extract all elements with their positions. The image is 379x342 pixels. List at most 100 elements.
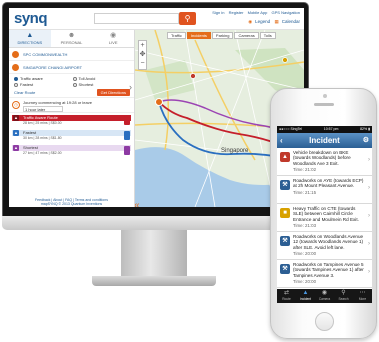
camera-lens-icon	[323, 94, 327, 98]
zoom-out-button[interactable]: −	[139, 59, 146, 68]
back-chevron-icon[interactable]: ‹	[280, 133, 283, 148]
option-traffic-aware[interactable]: Traffic aware	[14, 76, 73, 81]
get-directions-button[interactable]: Get Directions	[96, 89, 130, 96]
route-result-shortest[interactable]: ▲ Shortest 27 km | 47 mins | S$2.00	[12, 145, 131, 158]
map-tab-cameras[interactable]: Cameras	[234, 32, 259, 39]
map-place-label: Singapore	[221, 148, 249, 154]
home-button[interactable]	[315, 312, 334, 331]
checkbox-icon	[72, 76, 77, 81]
roadworks-icon: ⚒	[280, 180, 290, 190]
register-link[interactable]: Register	[229, 10, 244, 15]
calendar-link[interactable]: Calendar	[282, 19, 300, 24]
incident-item[interactable]: ⚒ Roadworks on AYE (towards ECP) at 2h M…	[277, 176, 372, 204]
journey-label: Journey commencing at 19:28 or leave	[23, 100, 92, 105]
incident-time: Time: 21:15	[293, 189, 317, 195]
option-toll-avoid[interactable]: Toll Avoid	[72, 76, 132, 81]
incident-list: ▲ Vehicle breakdown on BKE (towards Wood…	[277, 148, 372, 289]
car-icon: ▲	[26, 32, 34, 39]
more-icon: ⋯	[359, 290, 366, 296]
status-time: 10:57 pm	[323, 127, 339, 131]
tab-directions-label: DIRECTIONS	[17, 40, 43, 45]
option-label: Shortest	[78, 82, 94, 87]
tab-camera[interactable]: ◉ Camera	[315, 289, 334, 303]
roadworks-icon: ⚒	[280, 236, 290, 246]
panel-toggle-arrow-icon[interactable]: ›	[129, 82, 132, 92]
imac-monitor: mapsynq ⚲ Sign in Register Mobile App GP…	[0, 0, 315, 305]
incident-icon: ▲	[302, 290, 309, 296]
origin-field[interactable]: SPC COMMONWEALTH	[9, 48, 134, 61]
live-icon: ◉	[110, 32, 117, 39]
incident-item[interactable]: ■ Heavy Traffic on CTE (towards SLE) bet…	[277, 204, 372, 232]
map-layer-tabs: Traffic Incidents Parking Cameras Tolls	[167, 32, 277, 39]
route-color-swatch	[124, 116, 130, 125]
search-input[interactable]	[94, 13, 179, 24]
zoom-in-button[interactable]: +	[139, 41, 146, 50]
incident-time: Time: 20:00	[293, 279, 317, 285]
option-fastest[interactable]: Fastest	[14, 82, 73, 87]
legend-link[interactable]: Legend	[255, 19, 270, 24]
option-label: Fastest	[20, 82, 34, 87]
tab-route[interactable]: ⇄ Route	[277, 289, 296, 303]
car-icon: ▲	[13, 145, 19, 151]
map-tab-incidents[interactable]: Incidents	[186, 32, 211, 39]
nav-bar: ‹ Incident ⚙	[277, 133, 372, 148]
map-tab-tolls[interactable]: Tolls	[259, 32, 276, 39]
route-detail: 30 km | 28 mins | S$1.80	[23, 136, 62, 140]
incident-item[interactable]: ▲ Vehicle breakdown on BKE (towards Wood…	[277, 148, 372, 176]
app-header: mapsynq ⚲ Sign in Register Mobile App GP…	[9, 8, 304, 207]
incident-text: Heavy Traffic on CTE (towards SLE) betwe…	[293, 206, 359, 222]
sign-in-link[interactable]: Sign in	[212, 10, 224, 15]
pan-icon[interactable]: ✥	[139, 50, 146, 59]
tab-more[interactable]: ⋯ More	[353, 289, 372, 303]
header-actions: ◉ Legend ▦ Calendar	[245, 19, 300, 25]
chevron-right-icon: ›	[368, 241, 370, 247]
tab-search[interactable]: ⚲ Search	[334, 289, 353, 303]
tab-personal-label: PERSONAL	[60, 40, 83, 45]
radio-icon	[14, 76, 18, 81]
heavy-traffic-icon: ■	[280, 208, 290, 218]
tab-label: Camera	[318, 297, 331, 301]
zoom-control: + ✥ −	[138, 40, 147, 70]
tab-incident[interactable]: ▲ Incident	[296, 289, 315, 303]
monitor-base	[92, 276, 216, 286]
tab-personal[interactable]: ☻ PERSONAL	[51, 30, 93, 47]
route-color-swatch	[124, 146, 130, 155]
route-detail: 27 km | 47 mins | S$2.00	[23, 151, 62, 155]
search-button[interactable]: ⚲	[179, 12, 196, 25]
camera-icon: ◉	[321, 290, 328, 296]
option-label: Toll Avoid	[78, 76, 96, 81]
mapsynq-logo[interactable]: mapsynq	[14, 10, 304, 207]
search-icon: ⚲	[341, 290, 346, 296]
car-icon: ▲	[13, 130, 19, 136]
route-icon: ⇄	[283, 290, 290, 296]
origin-value: SPC COMMONWEALTH	[23, 52, 68, 57]
destination-pin-icon	[12, 64, 19, 71]
incident-text: Roadworks on Tampines Avenue 5 (towards …	[293, 262, 364, 278]
calendar-icon: ▦	[274, 19, 279, 24]
filter-icon[interactable]: ⚙	[363, 133, 369, 148]
incident-item[interactable]: ⚒ Roadworks on Woodlands Avenue 12 (towa…	[277, 232, 372, 260]
tab-live-label: LIVE	[108, 40, 118, 45]
speaker-grille	[314, 103, 334, 106]
map-tab-traffic[interactable]: Traffic	[167, 32, 186, 39]
destination-field[interactable]: SINGAPORE CHANGI AIRPORT	[9, 61, 134, 74]
tab-directions[interactable]: ▲ DIRECTIONS	[9, 30, 51, 47]
map-tab-parking[interactable]: Parking	[211, 32, 234, 39]
directions-panel: ▲ DIRECTIONS ☻ PERSONAL ◉ LIVE SPC COMMO…	[9, 30, 135, 207]
car-icon: ▲	[13, 115, 19, 121]
mobile-app-link[interactable]: Mobile App	[248, 10, 268, 15]
gps-navigation-link[interactable]: GPS Navigation	[272, 10, 300, 15]
legend-icon: ◉	[248, 19, 253, 24]
option-shortest[interactable]: Shortest	[72, 82, 132, 87]
collapse-panel-arrow-icon[interactable]: «	[135, 200, 140, 207]
incident-item[interactable]: ⚒ Roadworks on Tampines Avenue 5 (toward…	[277, 260, 372, 288]
tab-live[interactable]: ◉ LIVE	[92, 30, 134, 47]
origin-pin-icon	[12, 51, 19, 58]
route-result-fastest[interactable]: ▲ Fastest 30 km | 28 mins | S$1.80	[12, 130, 131, 143]
breakdown-icon: ▲	[280, 152, 290, 162]
clear-route-link[interactable]: Clear Route	[14, 90, 35, 95]
journey-time-select[interactable]: 1 hour later	[23, 106, 63, 112]
journey-time: ◷ Journey commencing at 19:28 or leave 1…	[9, 98, 134, 113]
logo-text-synq: synq	[14, 10, 48, 27]
route-result-traffic-aware[interactable]: ▲ Traffic Aware Route 28 km | 25 mins | …	[12, 115, 131, 128]
